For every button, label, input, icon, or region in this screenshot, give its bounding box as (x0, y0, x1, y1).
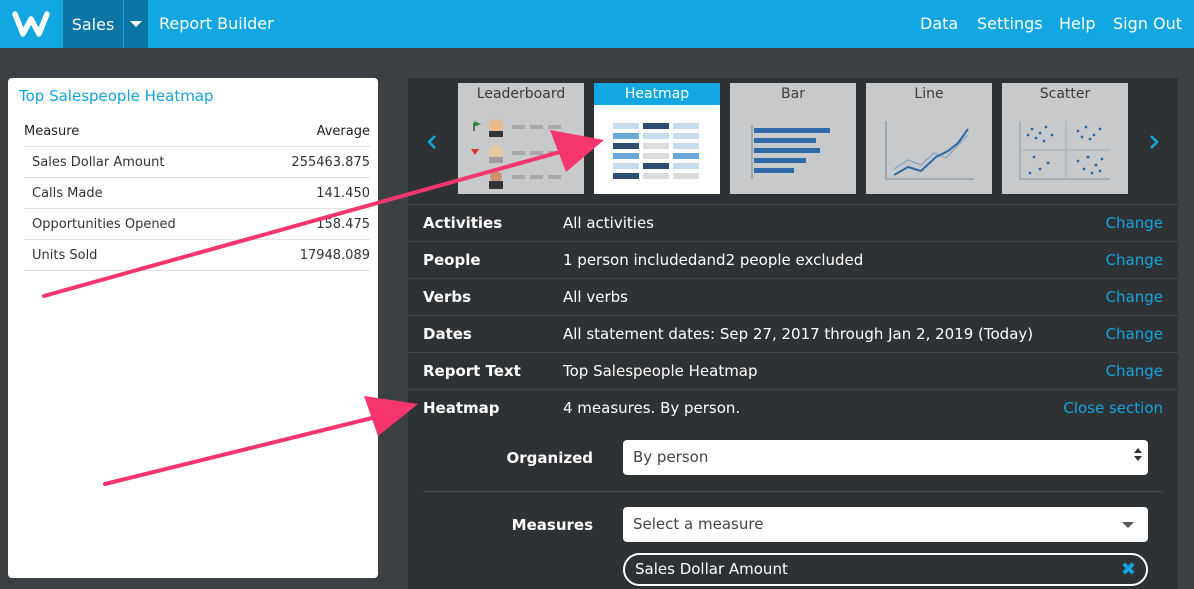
report-builder-panel: Leaderboard Heatmap Bar Line Scatter Act… (408, 78, 1178, 589)
selected-measure-chip: Sales Dollar Amount ✖ (623, 553, 1148, 586)
cell-average: 141.450 (316, 185, 370, 201)
change-people-link[interactable]: Change (1106, 242, 1163, 278)
chevron-down-icon (130, 21, 142, 27)
cell-measure: Opportunities Opened (32, 216, 176, 232)
selected-measure-label: Sales Dollar Amount (635, 560, 788, 578)
chart-tile-heatmap[interactable]: Heatmap (594, 83, 720, 194)
table-header: Measure Average (24, 116, 370, 147)
cell-measure: Units Sold (32, 247, 98, 263)
table-row: Units Sold 17948.089 (24, 240, 370, 271)
section-label: Dates (423, 325, 472, 343)
section-label: Heatmap (423, 399, 500, 417)
report-table: Measure Average Sales Dollar Amount 2554… (24, 116, 370, 271)
chart-type-carousel: Leaderboard Heatmap Bar Line Scatter (408, 78, 1178, 206)
section-label: Activities (423, 214, 503, 232)
report-title: Top Salespeople Heatmap (19, 87, 214, 105)
cell-measure: Sales Dollar Amount (32, 154, 165, 170)
nav-sign-out[interactable]: Sign Out (1113, 0, 1182, 48)
app-switcher-dropdown[interactable] (124, 0, 148, 48)
section-activities: Activities All activities Change (408, 204, 1178, 241)
top-bar: Sales Report Builder Data Settings Help … (0, 0, 1194, 48)
measure-select-placeholder: Select a measure (633, 515, 764, 533)
report-sections: Activities All activities Change People … (408, 204, 1178, 426)
watershed-logo-icon[interactable] (0, 0, 62, 48)
section-label: People (423, 251, 481, 269)
table-row: Calls Made 141.450 (24, 178, 370, 209)
change-dates-link[interactable]: Change (1106, 316, 1163, 352)
chevron-left-icon (427, 135, 436, 149)
measure-select[interactable]: Select a measure (623, 507, 1148, 542)
section-value: All verbs (563, 288, 628, 306)
cell-average: 255463.875 (291, 154, 370, 170)
carousel-next-button[interactable] (1144, 130, 1164, 154)
organized-select-value: By person (633, 448, 709, 466)
breadcrumb[interactable]: Report Builder (159, 0, 274, 48)
section-label: Verbs (423, 288, 472, 306)
cell-measure: Calls Made (32, 185, 103, 201)
carousel-prev-button[interactable] (422, 130, 442, 154)
report-preview-card: Top Salespeople Heatmap Measure Average … (8, 78, 378, 578)
chart-tile-line[interactable]: Line (866, 83, 992, 194)
section-value: All activities (563, 214, 654, 232)
line-chart-thumbnail-icon (885, 121, 974, 180)
section-label: Report Text (423, 362, 521, 380)
nav-data[interactable]: Data (920, 0, 958, 48)
column-header-measure: Measure (24, 123, 80, 139)
tile-label: Heatmap (594, 83, 720, 105)
nav-settings[interactable]: Settings (977, 0, 1043, 48)
chart-tile-bar[interactable]: Bar (730, 83, 856, 194)
scatter-chart-thumbnail-icon (1019, 121, 1110, 180)
organized-select[interactable]: By person (623, 440, 1148, 475)
chevron-down-icon (1122, 522, 1134, 528)
section-report-text: Report Text Top Salespeople Heatmap Chan… (408, 352, 1178, 389)
section-heatmap: Heatmap 4 measures. By person. Close sec… (408, 389, 1178, 426)
column-header-average: Average (316, 123, 370, 139)
nav-help[interactable]: Help (1059, 0, 1095, 48)
measures-label: Measures (511, 516, 593, 534)
section-value: All statement dates: Sep 27, 2017 throug… (563, 325, 1034, 343)
change-report-text-link[interactable]: Change (1106, 353, 1163, 389)
table-row: Opportunities Opened 158.475 (24, 209, 370, 240)
select-arrows-icon (1134, 448, 1142, 467)
app-switcher-button[interactable]: Sales (63, 0, 123, 48)
chart-tile-scatter[interactable]: Scatter (1002, 83, 1128, 194)
section-verbs: Verbs All verbs Change (408, 278, 1178, 315)
table-row: Sales Dollar Amount 255463.875 (24, 147, 370, 178)
chart-tile-leaderboard[interactable]: Leaderboard (458, 83, 584, 194)
bar-chart-thumbnail-icon (751, 125, 830, 179)
leaderboard-thumbnail-icon (471, 119, 561, 189)
section-value: 4 measures. By person. (563, 399, 741, 417)
remove-measure-icon[interactable]: ✖ (1121, 555, 1136, 584)
heatmap-thumbnail-icon (613, 123, 699, 179)
close-section-link[interactable]: Close section (1063, 390, 1163, 426)
cell-average: 17948.089 (299, 247, 370, 263)
change-activities-link[interactable]: Change (1106, 205, 1163, 241)
section-value: Top Salespeople Heatmap (563, 362, 758, 380)
cell-average: 158.475 (316, 216, 370, 232)
organized-label: Organized (506, 449, 593, 467)
section-people: People 1 person includedand2 people excl… (408, 241, 1178, 278)
tile-label: Bar (781, 86, 805, 102)
form-divider (423, 491, 1163, 492)
tile-label: Leaderboard (476, 86, 566, 102)
section-value: 1 person includedand2 people excluded (563, 251, 864, 269)
section-dates: Dates All statement dates: Sep 27, 2017 … (408, 315, 1178, 352)
change-verbs-link[interactable]: Change (1106, 279, 1163, 315)
tile-label: Scatter (1039, 86, 1091, 102)
chevron-right-icon (1150, 135, 1159, 149)
tile-label: Line (914, 86, 944, 102)
